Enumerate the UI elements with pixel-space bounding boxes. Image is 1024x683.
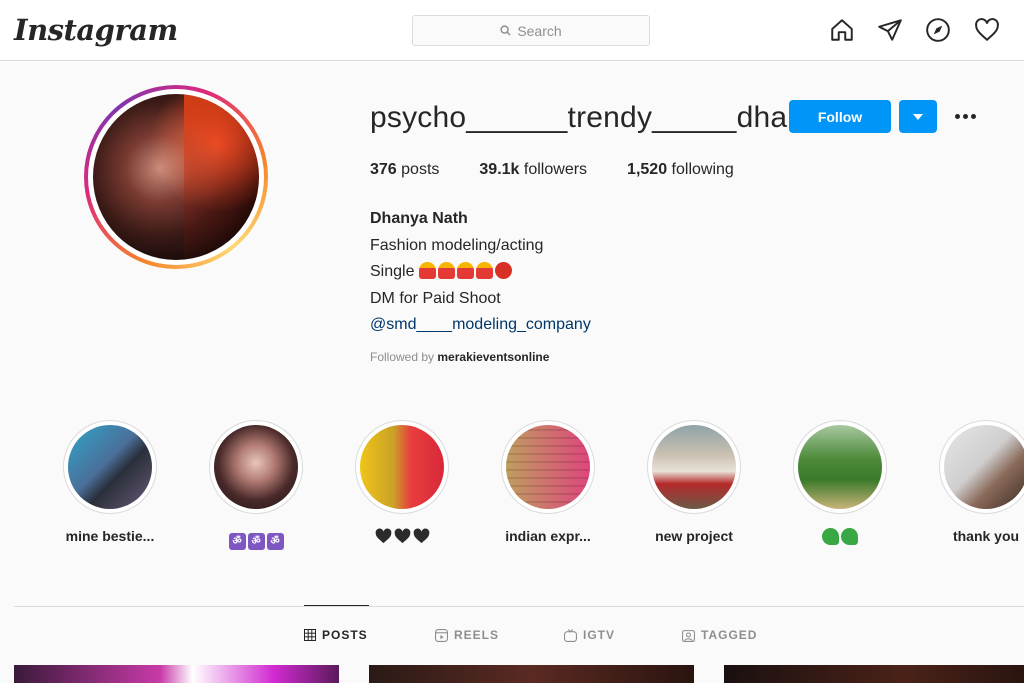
black-heart-emoji [413,528,429,544]
direct-icon[interactable] [876,16,904,44]
post-thumbnail[interactable] [14,665,339,683]
story-highlight[interactable]: ॐॐॐ [191,420,321,550]
bio-mention-link[interactable]: @smd____modeling_company [370,312,591,339]
search-icon [500,25,511,36]
profile-stats: 376 posts 39.1k followers 1,520 followin… [370,161,774,179]
devil-emoji [494,262,512,279]
highlight-label: mine bestie... [65,528,155,544]
story-highlight[interactable]: indian expr... [483,420,613,544]
more-dot [954,113,960,119]
profile-username: psycho______trendy_____dhanu [370,101,821,134]
dancer-emoji [475,262,493,279]
instagram-logo[interactable]: Instagram [14,13,178,47]
highlight-cover [506,425,590,509]
highlight-cover [944,425,1024,509]
search-placeholder: Search [517,22,562,39]
highlight-cover [214,425,298,509]
profile-bio: Dhanya Nath Fashion modeling/acting Sing… [370,206,591,339]
tab-reels[interactable]: REELS [435,628,499,642]
tabs-divider [14,606,1024,607]
more-dot [970,113,976,119]
profile-full-name: Dhanya Nath [370,210,468,227]
black-heart-emoji [375,528,391,544]
profile-photo [93,94,259,260]
highlight-cover [798,425,882,509]
following-stat[interactable]: 1,520 following [627,161,734,179]
highlight-cover [360,425,444,509]
tab-posts[interactable]: POSTS [304,628,368,642]
dancer-emoji [418,262,436,279]
search-input[interactable]: Search [412,15,650,46]
story-highlight[interactable]: new project [629,420,759,544]
followed-by[interactable]: Followed by merakieventsonline [370,350,549,364]
grid-icon [304,629,316,641]
highlight-label [337,528,467,544]
snake-emoji [822,528,839,545]
dancer-emoji [456,262,474,279]
tab-tagged[interactable]: TAGGED [682,628,757,642]
highlight-cover [68,425,152,509]
highlight-label: new project [655,528,733,544]
dancer-emoji [437,262,455,279]
chevron-down-icon [913,113,923,120]
activity-icon[interactable] [973,16,1001,44]
suggested-accounts-button[interactable] [899,100,937,133]
follow-button[interactable]: Follow [789,100,891,133]
profile-avatar[interactable] [84,85,268,269]
bio-line: DM for Paid Shoot [370,289,501,307]
highlight-label: ॐॐॐ [191,528,321,550]
active-tab-indicator [304,605,369,606]
om-emoji: ॐ [247,533,265,550]
post-thumbnail[interactable] [369,665,694,683]
story-highlight[interactable] [775,420,905,545]
tag-icon [682,629,695,642]
om-emoji: ॐ [266,533,284,550]
explore-icon[interactable] [924,16,952,44]
highlight-cover [652,425,736,509]
igtv-icon [564,628,577,642]
more-dot [962,113,968,119]
followers-stat[interactable]: 39.1k followers [479,161,587,179]
highlight-label [775,528,905,545]
top-navigation-bar: Instagram Search [0,0,1024,61]
highlight-label: indian expr... [505,528,591,544]
posts-stat: 376 posts [370,161,440,178]
story-highlight[interactable]: thank you [921,420,1024,544]
story-highlight[interactable] [337,420,467,544]
home-icon[interactable] [828,16,856,44]
bio-line: Single [370,259,591,286]
post-thumbnail[interactable] [724,665,1024,683]
black-heart-emoji [394,528,410,544]
bio-line: Fashion modeling/acting [370,236,544,254]
om-emoji: ॐ [228,533,246,550]
story-highlight[interactable]: mine bestie... [45,420,175,544]
snake-emoji [841,528,858,545]
reels-icon [435,628,448,642]
tab-igtv[interactable]: IGTV [564,628,615,642]
highlight-label: thank you [952,528,1020,544]
more-options-button[interactable] [950,104,980,128]
